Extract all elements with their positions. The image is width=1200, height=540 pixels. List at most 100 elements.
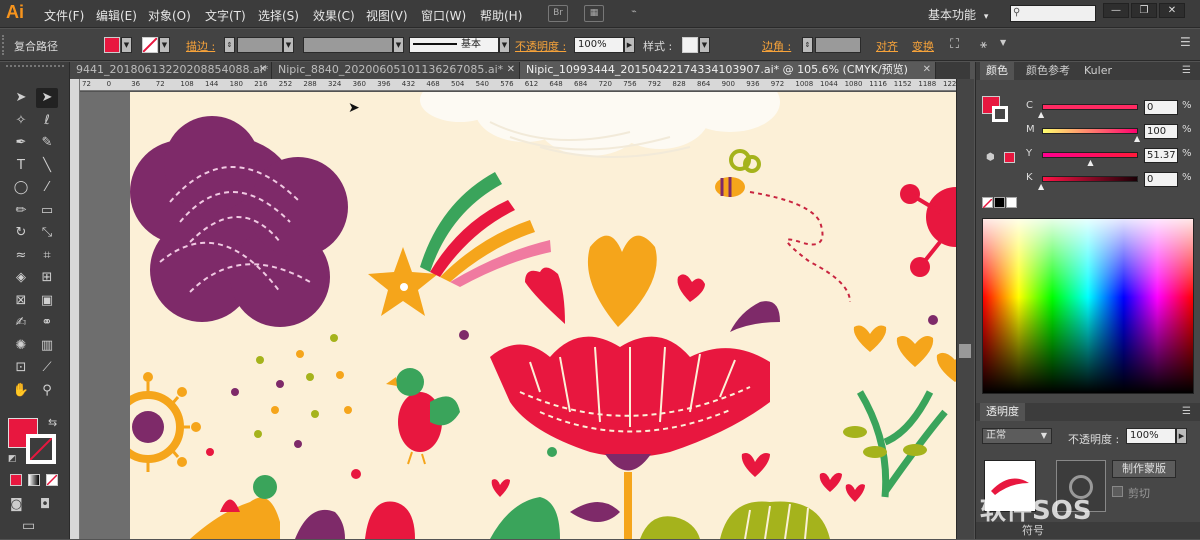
stroke-color-box[interactable] [992, 106, 1008, 122]
transparency-opacity-field[interactable]: 100% [1126, 428, 1176, 444]
chevron-down-icon[interactable]: ▼ [1000, 38, 1006, 47]
channel-slider[interactable] [1042, 176, 1138, 182]
close-icon[interactable]: ✕ [507, 62, 515, 78]
opacity-link[interactable]: 不透明度 : [515, 38, 566, 54]
green-plant-shape[interactable] [720, 501, 830, 539]
pen-tool-icon[interactable]: ✒ [10, 133, 32, 153]
vertical-ruler[interactable] [70, 79, 80, 539]
panel-menu-icon[interactable]: ☰ [1182, 406, 1191, 417]
horizontal-ruler[interactable]: 72 0 36 72 108 144 180 216 252 288 324 360 396 432 468… [80, 79, 956, 91]
raindrops-shape[interactable] [206, 334, 352, 456]
blend-tool-icon[interactable]: ⚭ [36, 313, 58, 333]
brush-tool-icon[interactable]: ⁄ [36, 178, 58, 198]
ellipse-tool-icon[interactable]: ◯ [10, 178, 32, 198]
variable-width-profile[interactable] [303, 37, 393, 53]
blend-mode-select[interactable]: 正常 ▼ [982, 428, 1052, 444]
slider-thumb-icon[interactable]: ▲ [1038, 182, 1044, 191]
close-icon[interactable]: ✕ [259, 62, 267, 78]
gpu-performance-icon[interactable]: ⌁ [624, 5, 644, 22]
type-tool-icon[interactable]: T [10, 156, 32, 176]
free-transform-tool-icon[interactable]: ⌗ [36, 246, 58, 266]
black-swatch[interactable] [994, 197, 1005, 208]
green-leaf-shape[interactable] [490, 497, 560, 539]
corner-link[interactable]: 边角 : [762, 38, 791, 54]
tab-color[interactable]: 颜色 [980, 62, 1014, 80]
purple-flower-shape[interactable] [130, 116, 348, 327]
red-heart-shape[interactable] [525, 267, 565, 324]
red-heart-shape[interactable] [677, 274, 706, 302]
stroke-dropdown-arrow[interactable]: ▼ [159, 37, 170, 53]
curvature-tool-icon[interactable]: ✎ [36, 133, 58, 153]
opacity-field[interactable]: 100% [574, 37, 624, 53]
screen-mode-icon[interactable]: ▭ [22, 518, 35, 534]
bridge-icon[interactable]: Br [548, 5, 568, 22]
eyedropper-tool-icon[interactable]: ✍ [10, 313, 32, 333]
red-heart-shape[interactable] [741, 453, 770, 477]
rotate-tool-icon[interactable]: ↻ [10, 223, 32, 243]
variable-width-dropdown[interactable]: ▼ [393, 37, 404, 53]
tab-kuler[interactable]: Kuler [1078, 62, 1118, 80]
menu-item[interactable]: 文件(F) [44, 7, 84, 24]
clip-checkbox[interactable] [1112, 486, 1123, 497]
gradient-tool-icon[interactable]: ▣ [36, 291, 58, 311]
hand-tool-icon[interactable]: ✋ [10, 381, 32, 401]
red-leaf-shape[interactable] [365, 501, 415, 539]
zoom-tool-icon[interactable]: ⚲ [36, 381, 58, 401]
eraser-tool-icon[interactable]: ▭ [36, 201, 58, 221]
make-mask-button[interactable]: 制作蒙版 [1112, 460, 1176, 478]
red-heart-shape[interactable] [491, 479, 510, 497]
green-plant-shape[interactable] [843, 325, 956, 498]
direct-selection-tool-icon[interactable]: ➤ [36, 88, 58, 108]
align-link[interactable]: 对齐 [876, 38, 898, 54]
closest-color-swatch[interactable] [1004, 152, 1015, 163]
corner-stepper[interactable]: ⇕ [802, 37, 813, 53]
channel-slider[interactable] [1042, 104, 1138, 110]
slider-thumb-icon[interactable]: ▲ [1087, 158, 1093, 167]
menu-item[interactable]: 帮助(H) [480, 7, 522, 24]
mesh-tool-icon[interactable]: ⊠ [10, 291, 32, 311]
minimize-button[interactable]: — [1103, 3, 1129, 18]
sun-shape[interactable] [112, 372, 201, 472]
color-spectrum[interactable] [982, 218, 1194, 394]
opacity-dropdown[interactable]: ▶ [1176, 428, 1187, 444]
channel-value-field[interactable]: 51.37 [1144, 148, 1178, 163]
tab-color-guide[interactable]: 颜色参考 [1020, 62, 1076, 80]
slider-thumb-icon[interactable]: ▲ [1038, 110, 1044, 119]
swap-colors-icon[interactable]: ⇆ [48, 416, 57, 429]
orange-heart-shape[interactable] [587, 235, 657, 327]
tab-document-3[interactable]: Nipic_10993444_20150422174334103907.ai* … [520, 62, 936, 79]
isolate-icon[interactable]: ⛶ [950, 37, 959, 52]
line-tool-icon[interactable]: ╲ [36, 156, 58, 176]
perspective-tool-icon[interactable]: ⊞ [36, 268, 58, 288]
close-icon[interactable]: ✕ [923, 62, 931, 78]
channel-value-field[interactable]: 0 [1144, 172, 1178, 187]
tab-transparency[interactable]: 透明度 [980, 403, 1025, 421]
purple-leaf-shape[interactable] [730, 301, 780, 332]
symbol-sprayer-tool-icon[interactable]: ✺ [10, 336, 32, 356]
brush-definition-field[interactable]: 基本 [409, 37, 499, 53]
bird-shape[interactable] [386, 368, 460, 465]
draw-behind-icon[interactable]: ◘ [40, 497, 50, 512]
red-heart-shape[interactable] [845, 484, 865, 502]
menu-item[interactable]: 编辑(E) [96, 7, 137, 24]
graph-tool-icon[interactable]: ▥ [36, 336, 58, 356]
selection-tool-icon[interactable]: ➤ [10, 88, 32, 108]
none-mode-icon[interactable] [46, 474, 58, 486]
fill-stroke-indicator[interactable] [982, 96, 1008, 122]
artboard-tool-icon[interactable]: ⊡ [10, 358, 32, 378]
panel-menu-icon[interactable]: ☰ [1182, 65, 1191, 76]
vertical-scrollbar[interactable] [956, 79, 974, 539]
red-heart-shape[interactable] [819, 472, 842, 492]
stroke-color-box[interactable] [26, 434, 56, 464]
close-button[interactable]: ✕ [1159, 3, 1185, 18]
brush-dropdown[interactable]: ▼ [499, 37, 510, 53]
slice-tool-icon[interactable]: ⟋ [36, 358, 58, 378]
out-of-gamut-icon[interactable]: ⬢ [986, 152, 995, 163]
gradient-mode-icon[interactable] [28, 474, 40, 486]
tab-document-1[interactable]: 9441_20180613220208854088.ai* ✕ [70, 62, 272, 79]
purple-leaf-shape[interactable] [295, 509, 345, 539]
bee-shape[interactable] [715, 149, 851, 303]
menu-item[interactable]: 对象(O) [148, 7, 191, 24]
channel-slider[interactable] [1042, 128, 1138, 134]
arrange-documents-icon[interactable]: ▦ [584, 5, 604, 22]
